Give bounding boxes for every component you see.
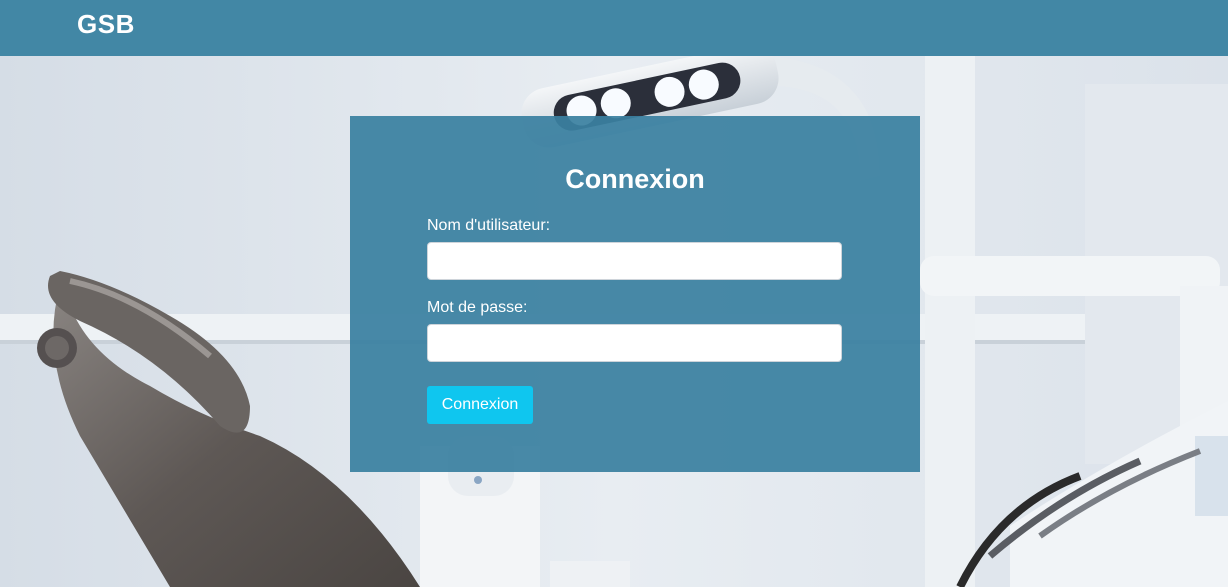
top-navbar: GSB <box>0 0 1228 56</box>
login-form: Connexion Nom d'utilisateur: Mot de pass… <box>350 116 920 472</box>
brand-logo-link[interactable]: GSB <box>77 9 135 40</box>
login-page: GSB Connexion Nom d'utilisateur: Mot de … <box>0 0 1228 587</box>
login-submit-button[interactable]: Connexion <box>427 386 533 424</box>
password-label: Mot de passe: <box>427 299 528 316</box>
username-label: Nom d'utilisateur: <box>427 217 551 234</box>
password-input[interactable] <box>427 324 842 362</box>
username-input[interactable] <box>427 242 842 280</box>
login-title: Connexion <box>565 164 705 194</box>
